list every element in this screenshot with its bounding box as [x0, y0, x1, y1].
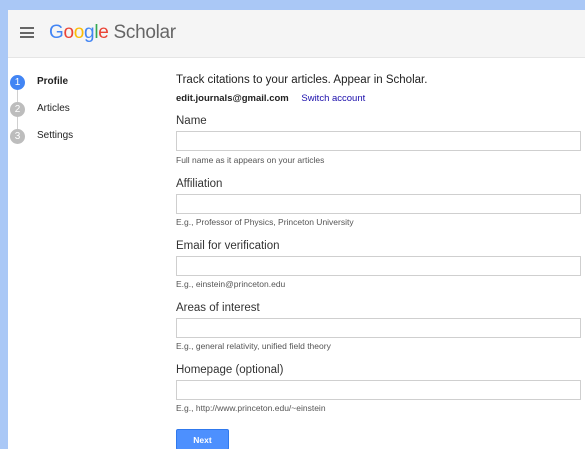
- step-label: Settings: [37, 130, 74, 141]
- homepage-hint: E.g., http://www.princeton.edu/~einstein: [176, 403, 326, 413]
- step-profile[interactable]: 1 Profile: [8, 75, 148, 95]
- step-articles[interactable]: 2 Articles: [8, 102, 148, 122]
- step-label: Articles: [37, 103, 70, 114]
- account-email: edit.journals@gmail.com: [176, 93, 289, 104]
- switch-account-link[interactable]: Switch account: [301, 93, 365, 104]
- homepage-label: Homepage (optional): [176, 364, 284, 376]
- step-number: 3: [10, 129, 25, 144]
- step-number: 2: [10, 102, 25, 117]
- email-verification-label: Email for verification: [176, 240, 280, 252]
- step-settings[interactable]: 3 Settings: [8, 129, 148, 149]
- scholar-window: Google Scholar 1 Profile 2 Articles 3 Se…: [8, 10, 585, 449]
- top-bar: Google Scholar: [8, 10, 585, 58]
- areas-of-interest-hint: E.g., general relativity, unified field …: [176, 341, 331, 351]
- form-intro: Track citations to your articles. Appear…: [176, 74, 428, 86]
- step-label: Profile: [37, 76, 69, 87]
- email-verification-hint: E.g., einstein@princeton.edu: [176, 279, 286, 289]
- account-line: edit.journals@gmail.com Switch account: [176, 93, 365, 104]
- affiliation-input[interactable]: [176, 194, 581, 214]
- homepage-input[interactable]: [176, 380, 581, 400]
- affiliation-hint: E.g., Professor of Physics, Princeton Un…: [176, 217, 354, 227]
- google-scholar-logo[interactable]: Google Scholar: [49, 22, 176, 44]
- affiliation-label: Affiliation: [176, 178, 223, 190]
- areas-of-interest-label: Areas of interest: [176, 302, 260, 314]
- name-label: Name: [176, 115, 207, 127]
- name-input[interactable]: [176, 131, 581, 151]
- hamburger-menu-icon[interactable]: [20, 27, 34, 38]
- areas-of-interest-input[interactable]: [176, 318, 581, 338]
- step-number: 1: [10, 75, 25, 90]
- name-hint: Full name as it appears on your articles: [176, 155, 325, 165]
- logo-suffix: Scholar: [113, 22, 177, 43]
- email-verification-input[interactable]: [176, 256, 581, 276]
- next-button[interactable]: Next: [176, 429, 229, 449]
